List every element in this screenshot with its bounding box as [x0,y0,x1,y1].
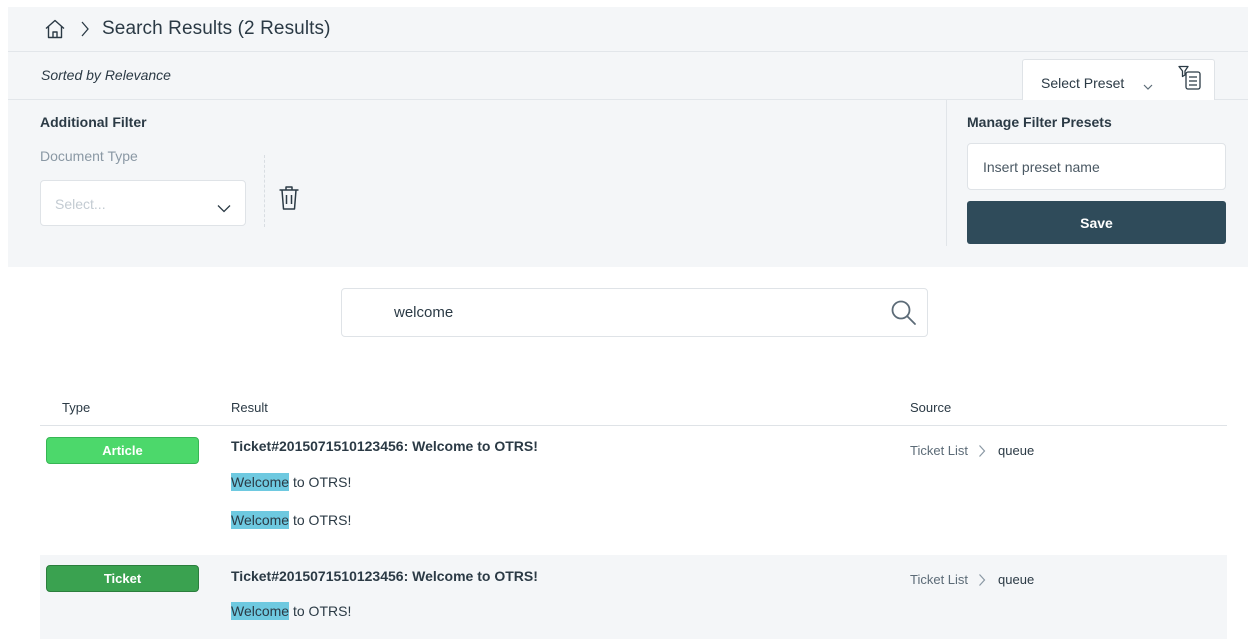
type-badge: Ticket [46,565,199,592]
result-snippet: Welcome to OTRS! [231,473,352,491]
chevron-right-icon [978,573,988,587]
chevron-right-icon [80,20,92,38]
select-preset-tab[interactable]: Select Preset [1022,59,1215,101]
column-header-result: Result [231,400,268,415]
search-icon[interactable] [890,299,918,327]
search-highlight: Welcome [231,473,290,491]
divider [264,155,265,227]
snippet-text: to OTRS! [289,474,352,490]
source-parent[interactable]: Ticket List [910,443,968,458]
save-button[interactable]: Save [967,201,1226,244]
result-title-link[interactable]: Ticket#2015071510123456: Welcome to OTRS… [231,438,538,454]
source-child[interactable]: queue [998,572,1034,587]
preset-name-input[interactable] [967,143,1226,190]
column-header-type: Type [62,400,91,415]
document-type-select[interactable]: Select... [40,180,246,226]
document-type-label: Document Type [40,148,138,164]
source-child[interactable]: queue [998,443,1034,458]
snippet-text: to OTRS! [289,512,352,528]
filter-panel: Additional Filter Document Type Select..… [8,100,1248,267]
snippet-text: to OTRS! [289,603,352,619]
result-source: Ticket List queue [910,572,1034,587]
table-row[interactable]: Article Ticket#2015071510123456: Welcome… [40,426,1227,553]
search-highlight: Welcome [231,511,290,529]
results-toolbar: Sorted by Relevance Select Preset [8,52,1248,101]
page-title: Search Results (2 Results) [102,18,331,39]
select-preset-label[interactable]: Select Preset [1041,75,1124,91]
additional-filter-title: Additional Filter [40,114,147,130]
trash-icon[interactable] [278,185,300,211]
chevron-down-icon [217,200,231,213]
divider [946,100,947,246]
chevron-right-icon [978,444,988,458]
source-parent[interactable]: Ticket List [910,572,968,587]
sort-label: Sorted by Relevance [41,67,171,83]
type-badge: Article [46,437,199,464]
table-row[interactable]: Ticket Ticket#2015071510123456: Welcome … [40,555,1227,639]
document-type-placeholder: Select... [55,196,106,212]
result-source: Ticket List queue [910,443,1034,458]
result-snippet: Welcome to OTRS! [231,602,352,620]
result-title-link[interactable]: Ticket#2015071510123456: Welcome to OTRS… [231,568,538,584]
chevron-down-icon[interactable] [1143,78,1153,90]
home-icon[interactable] [44,18,66,40]
search-input[interactable] [343,290,873,335]
result-snippet: Welcome to OTRS! [231,511,352,529]
search-highlight: Welcome [231,602,290,620]
filter-list-icon[interactable] [1178,65,1202,91]
manage-filter-presets-title: Manage Filter Presets [967,114,1112,130]
breadcrumb: Search Results (2 Results) [8,7,1248,52]
column-header-source: Source [910,400,952,415]
search-box[interactable] [341,288,928,337]
